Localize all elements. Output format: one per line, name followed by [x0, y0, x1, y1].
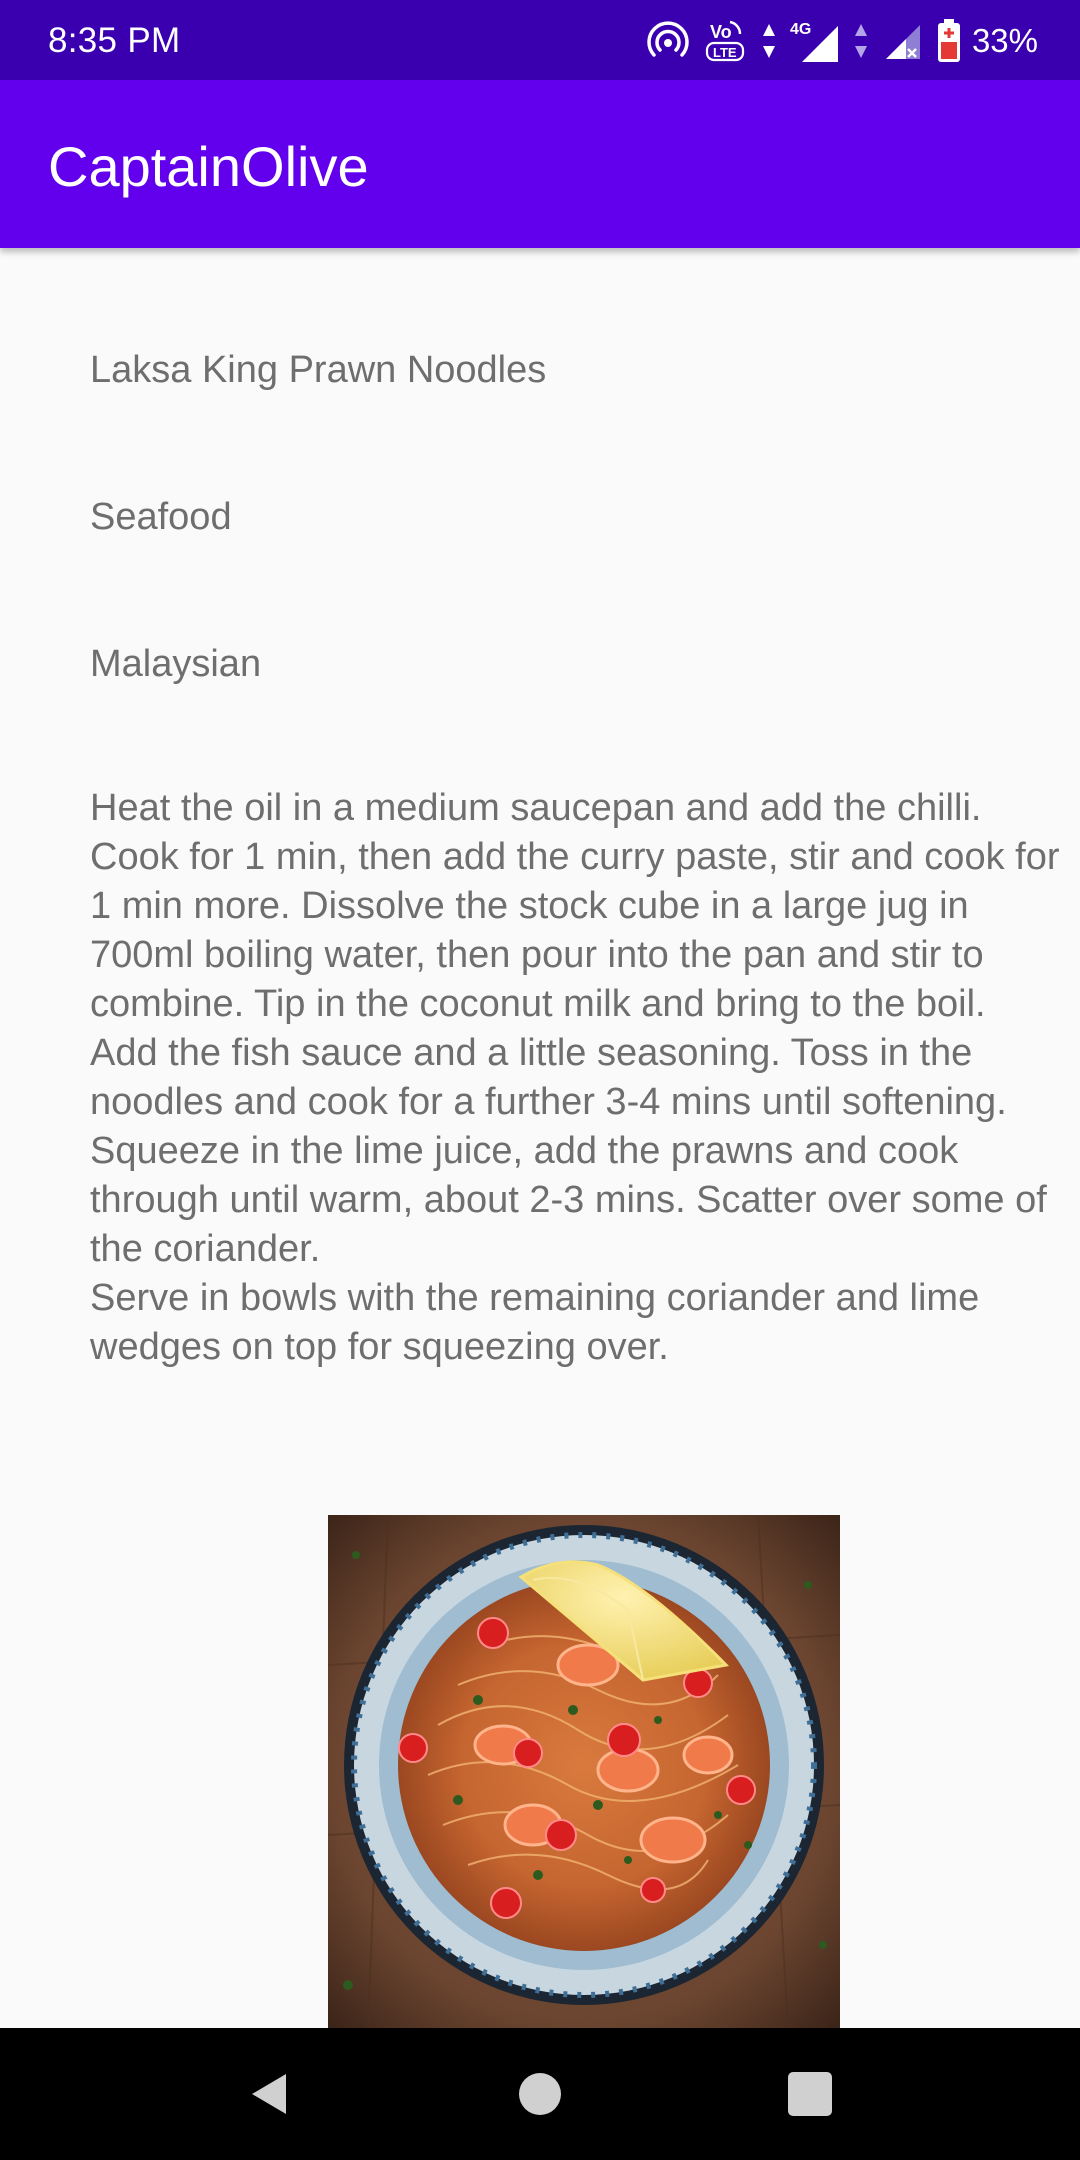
svg-text:Vo: Vo — [710, 22, 732, 42]
app-title: CaptainOlive — [48, 135, 369, 198]
battery-percent: 33% — [971, 22, 1038, 59]
volte-icon: Vo LTE — [705, 20, 745, 62]
signal-4g-icon: 4G — [790, 21, 838, 62]
app-bar: CaptainOlive — [0, 80, 1080, 248]
svg-text:4G: 4G — [790, 21, 811, 38]
home-icon[interactable] — [512, 2066, 568, 2122]
data-activity-icon — [762, 24, 775, 58]
back-icon[interactable] — [242, 2066, 298, 2122]
status-bar: 8:35 PM Vo LTE 4G 33% — [0, 0, 1080, 80]
meal-detail[interactable]: Laksa King Prawn Noodles Seafood Malaysi… — [0, 248, 1080, 2028]
meal-image — [328, 1515, 840, 2028]
hotspot-icon — [647, 21, 689, 57]
meal-name: Laksa King Prawn Noodles — [90, 349, 547, 391]
svg-text:LTE: LTE — [713, 45, 737, 60]
navigation-bar — [0, 2028, 1080, 2160]
meal-category: Seafood — [90, 496, 232, 538]
recents-icon[interactable] — [782, 2066, 838, 2122]
status-icons: Vo LTE 4G 33% — [632, 14, 1038, 68]
signal-no-sim-icon — [885, 25, 920, 59]
meal-area: Malaysian — [90, 643, 262, 685]
data-activity-icon-2 — [854, 24, 867, 58]
meal-instructions: Heat the oil in a medium saucepan and ad… — [90, 787, 1060, 1368]
battery-icon — [937, 19, 960, 62]
status-time: 8:35 PM — [48, 21, 181, 60]
